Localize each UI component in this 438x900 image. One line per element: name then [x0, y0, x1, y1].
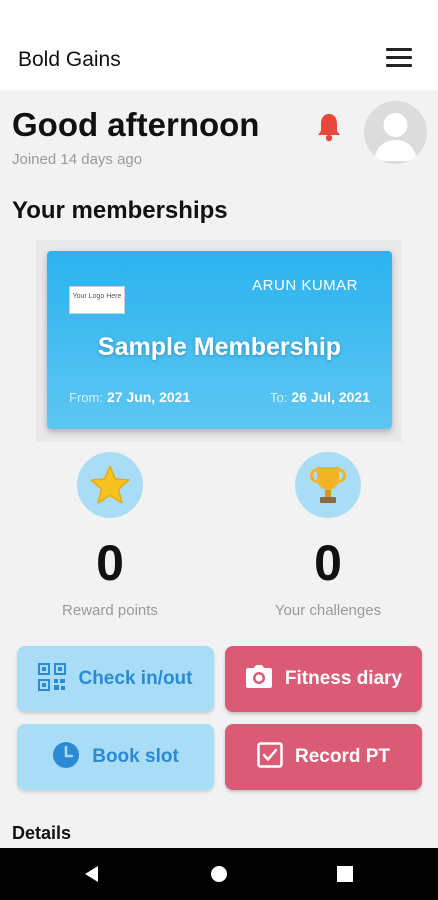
reward-points-stat[interactable]: 0 Reward points — [20, 452, 200, 619]
challenges-label: Your challenges — [274, 602, 382, 619]
recents-icon[interactable] — [333, 862, 357, 886]
checkbox-icon — [257, 741, 283, 773]
record-pt-label: Record PT — [294, 746, 391, 767]
avatar[interactable] — [364, 101, 427, 164]
to-label: To: — [270, 390, 288, 405]
bell-icon[interactable] — [312, 110, 346, 144]
membership-to-date: To: 26 Jul, 2021 — [270, 389, 370, 405]
book-slot-button[interactable]: Book slot — [17, 724, 214, 790]
reward-points-label: Reward points — [62, 602, 158, 619]
app-bar: Bold Gains — [0, 0, 438, 90]
book-slot-label: Book slot — [92, 746, 179, 767]
memberships-section-title: Your memberships — [12, 197, 228, 224]
membership-from-date: From: 27 Jun, 2021 — [69, 389, 190, 405]
clock-icon — [52, 741, 80, 774]
greeting-heading: Good afternoon — [12, 106, 260, 143]
card-holder-name: ARUN KUMAR — [252, 277, 358, 294]
to-date-value: 26 Jul, 2021 — [291, 389, 370, 405]
home-icon[interactable] — [207, 862, 231, 886]
app-title: Bold Gains — [18, 48, 121, 71]
fitness-diary-label: Fitness diary — [284, 668, 403, 689]
joined-text: Joined 14 days ago — [12, 151, 143, 168]
check-in-out-button[interactable]: Check in/out — [17, 646, 214, 712]
membership-plan-name: Sample Membership — [97, 333, 342, 361]
record-pt-button[interactable]: Record PT — [225, 724, 422, 790]
star-icon — [77, 452, 143, 518]
reward-points-value: 0 — [96, 535, 124, 591]
challenges-value: 0 — [314, 535, 342, 591]
check-in-out-label: Check in/out — [78, 668, 193, 689]
membership-card[interactable]: Your Logo Here ARUN KUMAR Sample Members… — [47, 251, 392, 429]
details-section-title: Details — [12, 823, 72, 843]
trophy-icon — [295, 452, 361, 518]
card-logo: Your Logo Here — [69, 286, 125, 314]
system-nav-bar — [0, 848, 438, 900]
camera-icon — [245, 664, 273, 695]
hamburger-menu-icon[interactable] — [386, 48, 414, 70]
qr-code-icon — [38, 662, 67, 696]
from-label: From: — [69, 390, 103, 405]
back-icon[interactable] — [80, 862, 104, 886]
challenges-stat[interactable]: 0 Your challenges — [238, 452, 418, 619]
from-date-value: 27 Jun, 2021 — [106, 389, 191, 405]
fitness-diary-button[interactable]: Fitness diary — [225, 646, 422, 712]
